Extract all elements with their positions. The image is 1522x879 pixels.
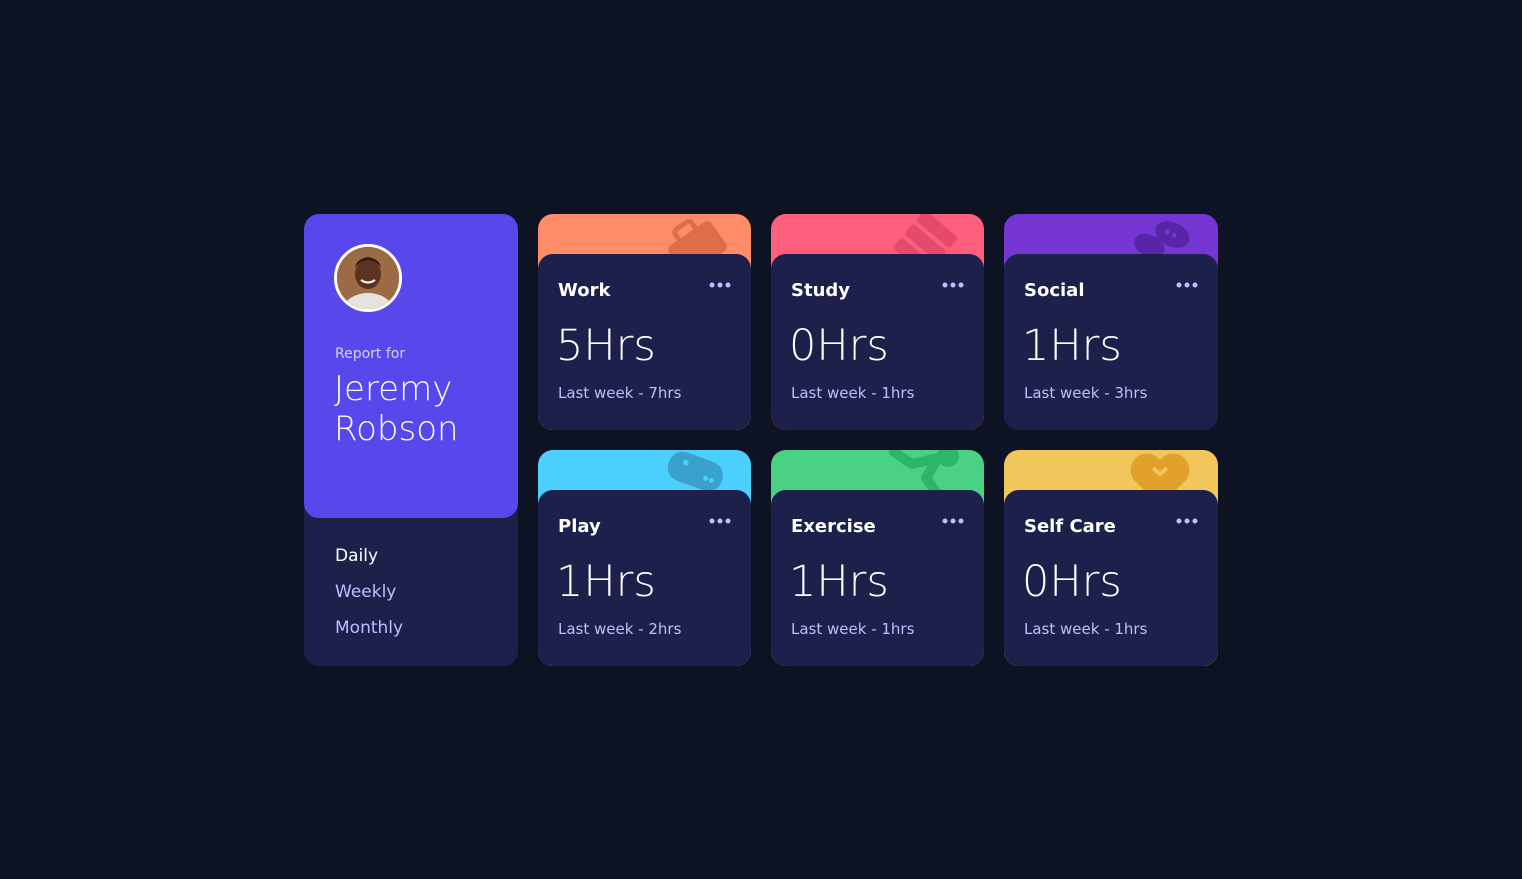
activity-card-work: Work 5Hrs Last week - 7hrs bbox=[538, 214, 751, 430]
profile-card: Report for Jeremy Robson Daily Weekly Mo… bbox=[304, 214, 518, 666]
card-title: Exercise bbox=[791, 516, 876, 537]
previous-hours: Last week - 1hrs bbox=[791, 384, 915, 402]
card-title: Self Care bbox=[1024, 516, 1116, 537]
period-selector: Daily Weekly Monthly bbox=[335, 544, 403, 652]
current-hours: 1Hrs bbox=[556, 557, 656, 607]
avatar bbox=[334, 244, 402, 312]
previous-hours: Last week - 7hrs bbox=[558, 384, 682, 402]
card-body[interactable]: Exercise 1Hrs Last week - 1hrs bbox=[771, 490, 984, 666]
card-body[interactable]: Work 5Hrs Last week - 7hrs bbox=[538, 254, 751, 430]
card-title: Work bbox=[558, 280, 611, 301]
ellipsis-menu-icon[interactable] bbox=[1176, 282, 1200, 296]
activity-card-exercise: Exercise 1Hrs Last week - 1hrs bbox=[771, 450, 984, 666]
previous-hours: Last week - 1hrs bbox=[1024, 620, 1148, 638]
current-hours: 0Hrs bbox=[1022, 557, 1122, 607]
current-hours: 1Hrs bbox=[789, 557, 889, 607]
current-hours: 1Hrs bbox=[1022, 321, 1122, 371]
card-body[interactable]: Play 1Hrs Last week - 2hrs bbox=[538, 490, 751, 666]
profile-header: Report for Jeremy Robson bbox=[304, 214, 518, 518]
period-monthly[interactable]: Monthly bbox=[335, 616, 403, 652]
card-title: Social bbox=[1024, 280, 1085, 301]
current-hours: 5Hrs bbox=[556, 321, 656, 371]
ellipsis-menu-icon[interactable] bbox=[709, 518, 733, 532]
time-tracking-dashboard: Report for Jeremy Robson Daily Weekly Mo… bbox=[304, 214, 1218, 666]
ellipsis-menu-icon[interactable] bbox=[709, 282, 733, 296]
ellipsis-menu-icon[interactable] bbox=[942, 282, 966, 296]
period-weekly[interactable]: Weekly bbox=[335, 580, 403, 616]
ellipsis-menu-icon[interactable] bbox=[1176, 518, 1200, 532]
previous-hours: Last week - 2hrs bbox=[558, 620, 682, 638]
activity-card-social: Social 1Hrs Last week - 3hrs bbox=[1004, 214, 1218, 430]
person-avatar-icon bbox=[337, 247, 399, 309]
activity-card-play: Play 1Hrs Last week - 2hrs bbox=[538, 450, 751, 666]
period-daily[interactable]: Daily bbox=[335, 544, 403, 580]
card-title: Play bbox=[558, 516, 601, 537]
previous-hours: Last week - 1hrs bbox=[791, 620, 915, 638]
activity-card-study: Study 0Hrs Last week - 1hrs bbox=[771, 214, 984, 430]
current-hours: 0Hrs bbox=[789, 321, 889, 371]
card-body[interactable]: Study 0Hrs Last week - 1hrs bbox=[771, 254, 984, 430]
ellipsis-menu-icon[interactable] bbox=[942, 518, 966, 532]
report-for-label: Report for bbox=[335, 346, 406, 362]
card-body[interactable]: Social 1Hrs Last week - 3hrs bbox=[1004, 254, 1218, 430]
card-body[interactable]: Self Care 0Hrs Last week - 1hrs bbox=[1004, 490, 1218, 666]
user-name: Jeremy Robson bbox=[334, 369, 459, 449]
card-title: Study bbox=[791, 280, 851, 301]
activity-card-self-care: Self Care 0Hrs Last week - 1hrs bbox=[1004, 450, 1218, 666]
previous-hours: Last week - 3hrs bbox=[1024, 384, 1148, 402]
